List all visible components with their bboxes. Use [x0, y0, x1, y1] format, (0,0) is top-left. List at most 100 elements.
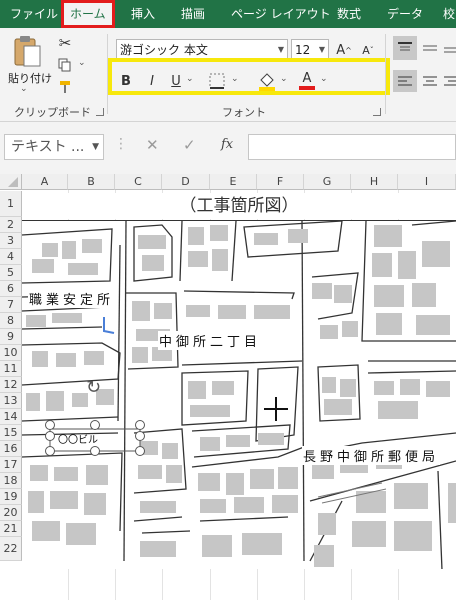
select-all-corner[interactable] — [0, 174, 22, 190]
row-header-20[interactable]: 20 — [0, 505, 22, 521]
underline-chevron-icon[interactable]: ⌄ — [186, 74, 194, 84]
insert-function-icon[interactable]: fx — [221, 137, 233, 152]
column-header-H[interactable]: H — [351, 174, 398, 190]
row-header-4[interactable]: 4 — [0, 249, 22, 265]
bold-button[interactable]: B — [118, 72, 134, 90]
enter-icon[interactable]: ✓ — [183, 136, 196, 154]
align-bottom-icon — [444, 47, 456, 53]
tab-home[interactable]: ホーム — [61, 0, 115, 28]
tab-insert[interactable]: 挿入 — [131, 0, 155, 28]
cancel-icon[interactable]: ✕ — [146, 136, 159, 154]
column-header-I[interactable]: I — [398, 174, 456, 190]
tab-page-layout[interactable]: ページ レイアウト — [231, 0, 331, 28]
resize-handle-top-right[interactable] — [135, 420, 145, 430]
borders-chevron-icon[interactable]: ⌄ — [231, 74, 239, 84]
row-header-6[interactable]: 6 — [0, 281, 22, 297]
tab-file[interactable]: ファイル — [10, 0, 58, 28]
row-header-1[interactable]: 1 — [0, 191, 22, 217]
align-middle-icon — [423, 45, 437, 51]
tab-data[interactable]: データ — [387, 0, 423, 28]
tab-formulas[interactable]: 数式 — [337, 0, 361, 28]
resize-handle-top-left[interactable] — [45, 420, 55, 430]
resize-handle-top[interactable] — [90, 420, 100, 430]
resize-handle-bottom-right[interactable] — [135, 446, 145, 456]
row-header-11[interactable]: 11 — [0, 361, 22, 377]
row-header-7[interactable]: 7 — [0, 297, 22, 313]
row-header-3[interactable]: 3 — [0, 233, 22, 249]
tab-review[interactable]: 校 — [443, 0, 455, 28]
copy-chevron-icon[interactable]: ⌄ — [78, 58, 86, 68]
row-header-5[interactable]: 5 — [0, 265, 22, 281]
paste-icon — [14, 36, 41, 67]
select-all-icon — [8, 177, 18, 187]
underline-button[interactable]: U — [168, 72, 184, 90]
clipboard-launcher-icon[interactable] — [96, 108, 104, 116]
row-header-12[interactable]: 12 — [0, 377, 22, 393]
align-center-icon — [423, 76, 437, 86]
paste-chevron-icon[interactable]: ⌄ — [20, 84, 28, 94]
align-middle-button[interactable] — [421, 36, 439, 60]
row-header-22[interactable]: 22 — [0, 537, 22, 561]
row-header-10[interactable]: 10 — [0, 345, 22, 361]
name-box[interactable]: テキスト ... ▼ — [4, 134, 104, 160]
align-right-button[interactable] — [444, 70, 456, 92]
fill-color-chevron-icon[interactable]: ⌄ — [280, 74, 288, 84]
column-header-F[interactable]: F — [257, 174, 304, 190]
row-header-19[interactable]: 19 — [0, 489, 22, 505]
column-header-C[interactable]: C — [115, 174, 162, 190]
font-name-value: 游ゴシック 本文 — [120, 43, 208, 57]
format-painter-icon[interactable] — [56, 78, 74, 96]
resize-handle-right[interactable] — [135, 431, 145, 441]
shrink-font-icon: A — [362, 43, 370, 57]
align-center-button[interactable] — [421, 70, 439, 92]
district-label: 中御所二丁目 — [158, 331, 263, 350]
resize-handle-left[interactable] — [45, 431, 55, 441]
drawing-title[interactable]: （工事箇所図） — [22, 193, 456, 219]
fill-color-button[interactable] — [256, 70, 278, 92]
align-top-button[interactable] — [393, 36, 417, 60]
formula-input[interactable] — [248, 134, 456, 160]
font-launcher-icon[interactable] — [373, 108, 381, 116]
borders-button[interactable] — [205, 72, 229, 90]
row-header-14[interactable]: 14 — [0, 409, 22, 425]
copy-icon[interactable] — [56, 56, 74, 74]
paste-button[interactable] — [10, 34, 44, 68]
align-bottom-button[interactable] — [444, 36, 456, 60]
row-header-8[interactable]: 8 — [0, 313, 22, 329]
paste-label: 貼り付け — [8, 72, 52, 85]
row-header-21[interactable]: 21 — [0, 521, 22, 537]
tab-draw[interactable]: 描画 — [181, 0, 205, 28]
font-color-button[interactable]: A — [296, 70, 318, 92]
column-header-A[interactable]: A — [22, 174, 68, 190]
font-color-chevron-icon[interactable]: ⌄ — [320, 74, 328, 84]
column-header-E[interactable]: E — [210, 174, 257, 190]
align-right-icon — [444, 76, 456, 86]
italic-button[interactable]: I — [144, 72, 160, 90]
group-divider — [385, 34, 386, 114]
copy-glyph-icon — [58, 58, 71, 72]
row-header-9[interactable]: 9 — [0, 329, 22, 345]
row-header-18[interactable]: 18 — [0, 473, 22, 489]
font-size-value: 12 — [295, 43, 311, 57]
shrink-font-button[interactable]: Aˇ — [360, 41, 376, 59]
site-map[interactable]: 職業安定所 中御所二丁目 長野中御所郵便局 〇〇ビル ↻ — [22, 220, 456, 569]
row-header-16[interactable]: 16 — [0, 441, 22, 457]
row-header-2[interactable]: 2 — [0, 217, 22, 233]
font-color-icon: A — [302, 71, 312, 86]
column-header-B[interactable]: B — [68, 174, 115, 190]
ribbon-tab-bar: ファイル ホーム 挿入 描画 ページ レイアウト 数式 データ 校 — [0, 0, 456, 28]
font-group-label: フォント — [222, 106, 266, 119]
align-left-button[interactable] — [393, 70, 417, 92]
column-header-G[interactable]: G — [304, 174, 351, 190]
row-header-17[interactable]: 17 — [0, 457, 22, 473]
cut-icon[interactable]: ✂ — [56, 34, 74, 52]
resize-handle-bottom[interactable] — [90, 446, 100, 456]
rotate-handle-icon[interactable]: ↻ — [86, 377, 101, 398]
row-header-13[interactable]: 13 — [0, 393, 22, 409]
grow-font-button[interactable]: A ^ — [336, 41, 352, 59]
resize-handle-bottom-left[interactable] — [45, 446, 55, 456]
building-label[interactable]: 〇〇ビル — [58, 431, 98, 446]
column-header-D[interactable]: D — [162, 174, 210, 190]
formula-bar-splitter[interactable]: ⋮ — [114, 136, 128, 152]
row-header-15[interactable]: 15 — [0, 425, 22, 441]
